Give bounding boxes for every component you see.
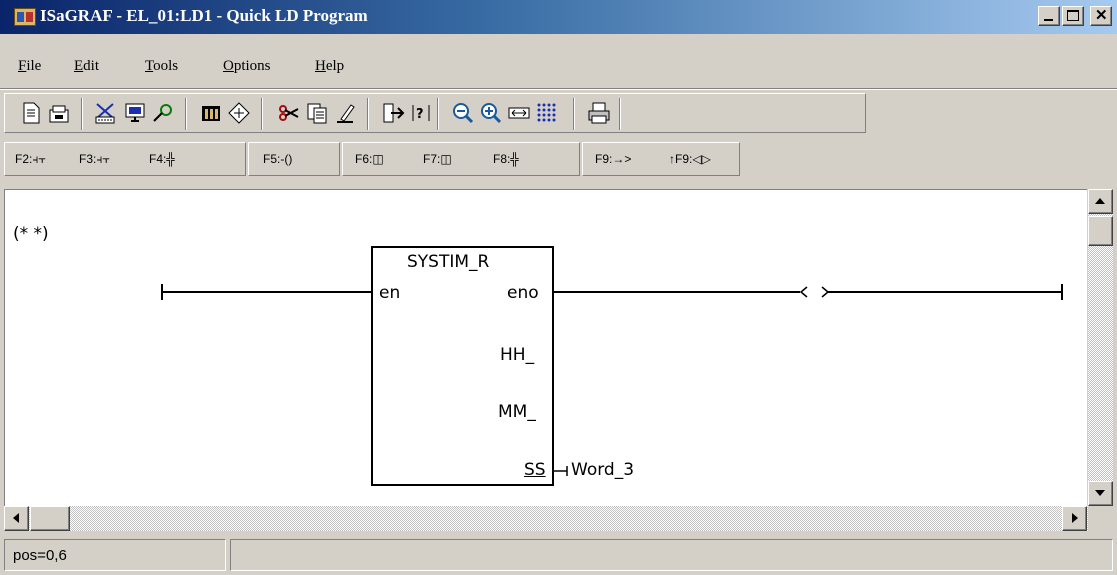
pin-ss: SS [524, 460, 546, 480]
library-icon[interactable] [199, 101, 223, 125]
width-icon[interactable] [507, 101, 531, 125]
left-power-rail [161, 284, 371, 300]
block-branch-icon: ╬ [510, 152, 519, 166]
hscroll-thumb[interactable] [30, 506, 70, 531]
cursor-position: pos=0,6 [13, 547, 67, 564]
menu-options[interactable]: Options [223, 58, 271, 75]
parallel-contact-icon: ⫞⫟ [96, 152, 110, 166]
ss-output-variable[interactable]: Word_3 [571, 460, 634, 480]
coil-symbol [799, 286, 830, 298]
svg-text:?: ? [416, 107, 424, 122]
scroll-down-button[interactable] [1088, 481, 1113, 506]
menu-tools[interactable]: Tools [145, 58, 178, 75]
contact-icon: ⫞⫟ [32, 152, 46, 166]
pin-mm: MM_ [498, 402, 536, 422]
scroll-up-button[interactable] [1088, 189, 1113, 214]
pin-hh: HH_ [500, 345, 535, 365]
f5-label: F5: [263, 152, 281, 166]
ss-output-wire [554, 466, 568, 476]
close-icon: ✕ [1095, 7, 1108, 24]
f2-contact-button[interactable]: F2:⫞⫟ [15, 152, 46, 167]
block-name[interactable]: SYSTIM_R [407, 252, 489, 272]
jump-icon: →> [612, 152, 632, 166]
maximize-icon [1067, 10, 1079, 21]
f3-contact-button[interactable]: F3:⫞⫟ [79, 152, 110, 167]
f6-label: F6: [355, 152, 373, 166]
f8-label: F8: [493, 152, 511, 166]
print-icon[interactable] [587, 101, 611, 125]
coil-icon: -() [280, 152, 293, 166]
arrow-down-icon [1095, 490, 1105, 496]
f7-label: F7: [423, 152, 441, 166]
coil-keys-group: F5:-() [248, 142, 340, 176]
f3-label: F3: [79, 152, 97, 166]
block-keys-group: F6:◫ F7:◫ F8:╬ [342, 142, 580, 176]
jump-keys-group: F9:→> ↑F9:◁▷ [582, 142, 740, 176]
scrollbar-corner [1088, 506, 1113, 531]
scroll-left-button[interactable] [4, 506, 29, 531]
return-icon: ◁▷ [692, 152, 711, 166]
ld-rung-graphics [161, 246, 1063, 486]
block-icon: ◫ [372, 152, 384, 166]
f5-coil-button[interactable]: F5:-() [263, 152, 292, 166]
new-icon[interactable] [19, 101, 43, 125]
vertical-scrollbar[interactable] [1088, 189, 1113, 506]
shift-f9-label: ↑F9: [669, 152, 693, 166]
erase-icon[interactable] [333, 101, 357, 125]
menu-file[interactable]: File [18, 58, 41, 75]
scroll-thumb[interactable] [1088, 216, 1113, 246]
right-power-rail [828, 284, 1063, 300]
menu-edit[interactable]: Edit [74, 58, 99, 75]
f6-block-button[interactable]: F6:◫ [355, 152, 384, 166]
horizontal-scrollbar[interactable] [4, 506, 1088, 531]
grid-icon[interactable] [535, 101, 559, 125]
f4-label: F4: [149, 152, 167, 166]
exit-icon[interactable] [381, 101, 405, 125]
pin-en: en [379, 283, 401, 303]
contact-keys-group: F2:⫞⫟ F3:⫞⫟ F4:╬ [4, 142, 246, 176]
help-icon[interactable]: ? [409, 101, 433, 125]
status-pane-message [230, 539, 1113, 571]
open-icon[interactable] [47, 101, 71, 125]
minimize-icon [1044, 19, 1053, 21]
isagraf-app-icon[interactable] [14, 8, 36, 26]
maximize-button[interactable] [1062, 6, 1084, 26]
ld-diagram-canvas[interactable]: (* *) SYSTIM_R en eno HH_ MM_ SS Word_3 [4, 189, 1087, 506]
main-toolbar: ? [4, 93, 866, 133]
branch-icon: ╬ [166, 152, 175, 166]
f7-block-button[interactable]: F7:◫ [423, 152, 452, 166]
menu-divider [0, 88, 1117, 90]
menu-help[interactable]: Help [315, 58, 344, 75]
find-icon[interactable] [151, 101, 175, 125]
monitor-icon[interactable] [123, 101, 147, 125]
zoom-out-icon[interactable] [451, 101, 475, 125]
shift-f9-return-button[interactable]: ↑F9:◁▷ [669, 152, 711, 166]
arrow-left-icon [13, 513, 19, 523]
f8-block-branch-button[interactable]: F8:╬ [493, 152, 519, 166]
menu-bar: File Edit Tools Options Help [0, 58, 400, 80]
window-title: ISaGRAF - EL_01:LD1 - Quick LD Program [40, 6, 368, 25]
scroll-right-button[interactable] [1062, 506, 1087, 531]
f4-branch-button[interactable]: F4:╬ [149, 152, 175, 166]
title-bar[interactable]: ISaGRAF - EL_01:LD1 - Quick LD Program ✕ [0, 0, 1117, 34]
status-pane-position: pos=0,6 [4, 539, 226, 571]
block-contact-icon: ◫ [440, 152, 452, 166]
f2-label: F2: [15, 152, 33, 166]
scissors-icon[interactable] [277, 101, 301, 125]
arrow-right-icon [1072, 513, 1078, 523]
minimize-button[interactable] [1038, 6, 1060, 26]
copy-icon[interactable] [305, 101, 329, 125]
f9-label: F9: [595, 152, 613, 166]
close-button[interactable]: ✕ [1090, 6, 1112, 26]
cut-icon[interactable] [93, 101, 117, 125]
pin-eno: eno [507, 283, 539, 303]
function-key-bar: F2:⫞⫟ F3:⫞⫟ F4:╬ F5:-() F6:◫ F7:◫ F8:╬ F… [4, 137, 1117, 181]
zoom-in-icon[interactable] [479, 101, 503, 125]
status-bar: pos=0,6 [0, 535, 1117, 575]
arrow-up-icon [1095, 198, 1105, 204]
f9-jump-button[interactable]: F9:→> [595, 152, 631, 166]
variables-icon[interactable] [227, 101, 251, 125]
